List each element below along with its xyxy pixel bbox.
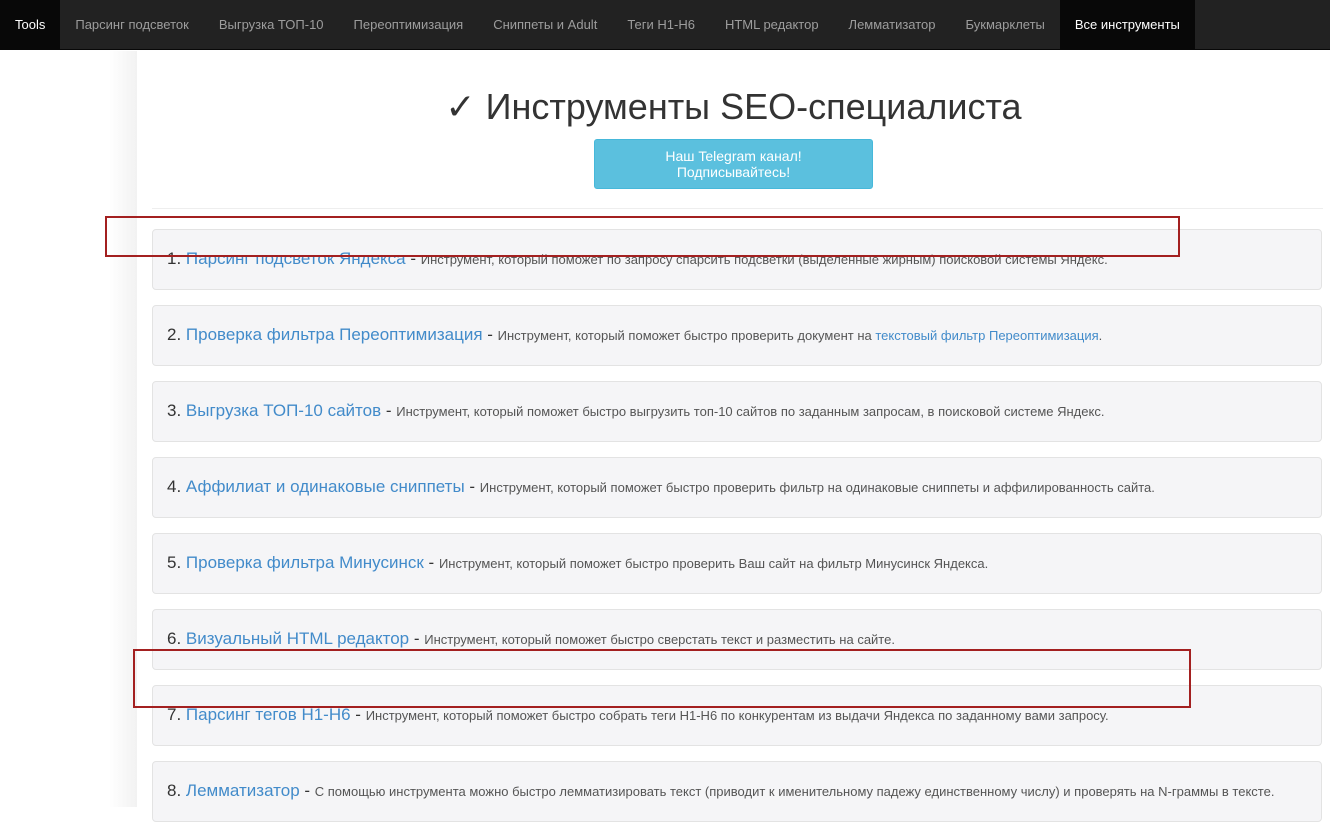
nav-item-snippets[interactable]: Сниппеты и Adult: [478, 0, 612, 50]
tool-card: 4. Аффилиат и одинаковые сниппеты - Инст…: [152, 457, 1322, 518]
tool-description: Инструмент, который поможет быстро сверс…: [424, 632, 895, 647]
description-text: Инструмент, который поможет быстро прове…: [439, 556, 988, 571]
tool-description: Инструмент, который поможет быстро выгру…: [396, 404, 1104, 419]
tool-description: С помощью инструмента можно быстро лемма…: [315, 784, 1275, 799]
separator: -: [483, 325, 498, 344]
nav-item-highlights[interactable]: Парсинг подсветок: [60, 0, 203, 50]
nav-item-h-tags[interactable]: Теги H1-H6: [612, 0, 710, 50]
separator: -: [465, 477, 480, 496]
description-text: С помощью инструмента можно быстро лемма…: [315, 784, 1275, 799]
nav-item-bookmarklets[interactable]: Букмарклеты: [951, 0, 1060, 50]
tool-description: Инструмент, который поможет быстро собра…: [366, 708, 1109, 723]
top-navbar: Tools Парсинг подсветок Выгрузка ТОП-10 …: [0, 0, 1330, 50]
description-text: Инструмент, который поможет быстро прове…: [480, 480, 1155, 495]
separator: -: [381, 401, 396, 420]
description-text: Инструмент, который поможет быстро прове…: [498, 328, 876, 343]
tool-list: 1. Парсинг подсветок Яндекса - Инструмен…: [137, 229, 1330, 822]
separator: -: [300, 781, 315, 800]
tool-link[interactable]: Выгрузка ТОП-10 сайтов: [186, 401, 381, 420]
tool-card: 8. Лемматизатор - С помощью инструмента …: [152, 761, 1322, 822]
tool-link[interactable]: Аффилиат и одинаковые сниппеты: [186, 477, 465, 496]
tool-number: 4.: [167, 477, 181, 496]
tool-description: Инструмент, который поможет быстро прове…: [439, 556, 988, 571]
tool-link[interactable]: Лемматизатор: [186, 781, 300, 800]
page-title: ✓ Инструменты SEO-специалиста: [137, 87, 1330, 127]
tool-card: 2. Проверка фильтра Переоптимизация - Ин…: [152, 305, 1322, 366]
separator: -: [424, 553, 439, 572]
nav-item-all-tools[interactable]: Все инструменты: [1060, 0, 1195, 50]
tool-number: 2.: [167, 325, 181, 344]
nav-item-top10[interactable]: Выгрузка ТОП-10: [204, 0, 339, 50]
page-gutter: [0, 51, 137, 807]
tool-link[interactable]: Проверка фильтра Минусинск: [186, 553, 424, 572]
description-text: Инструмент, который поможет быстро выгру…: [396, 404, 1104, 419]
nav-item-html-editor[interactable]: HTML редактор: [710, 0, 834, 50]
tool-number: 3.: [167, 401, 181, 420]
tool-link[interactable]: Проверка фильтра Переоптимизация: [186, 325, 483, 344]
tool-card: 3. Выгрузка ТОП-10 сайтов - Инструмент, …: [152, 381, 1322, 442]
tool-number: 6.: [167, 629, 181, 648]
nav-brand[interactable]: Tools: [0, 0, 60, 50]
main-content: ✓ Инструменты SEO-специалиста Наш Telegr…: [137, 51, 1330, 837]
filter-link[interactable]: текстовый фильтр Переоптимизация: [875, 328, 1098, 343]
tool-number: 8.: [167, 781, 181, 800]
highlight-box: [105, 216, 1180, 257]
tool-description: Инструмент, который поможет быстро прове…: [498, 328, 1103, 343]
nav-item-overoptimization[interactable]: Переоптимизация: [339, 0, 479, 50]
highlight-box: [133, 649, 1191, 708]
description-text: Инструмент, который поможет быстро собра…: [366, 708, 1109, 723]
divider: [152, 208, 1323, 209]
tool-number: 5.: [167, 553, 181, 572]
tool-link[interactable]: Визуальный HTML редактор: [186, 629, 409, 648]
separator: -: [409, 629, 424, 648]
tool-card: 5. Проверка фильтра Минусинск - Инструме…: [152, 533, 1322, 594]
telegram-button[interactable]: Наш Telegram канал! Подписывайтесь!: [594, 139, 873, 189]
nav-item-lemmatizer[interactable]: Лемматизатор: [834, 0, 951, 50]
tool-description: Инструмент, который поможет быстро прове…: [480, 480, 1155, 495]
description-tail: .: [1099, 328, 1103, 343]
description-text: Инструмент, который поможет быстро сверс…: [424, 632, 895, 647]
